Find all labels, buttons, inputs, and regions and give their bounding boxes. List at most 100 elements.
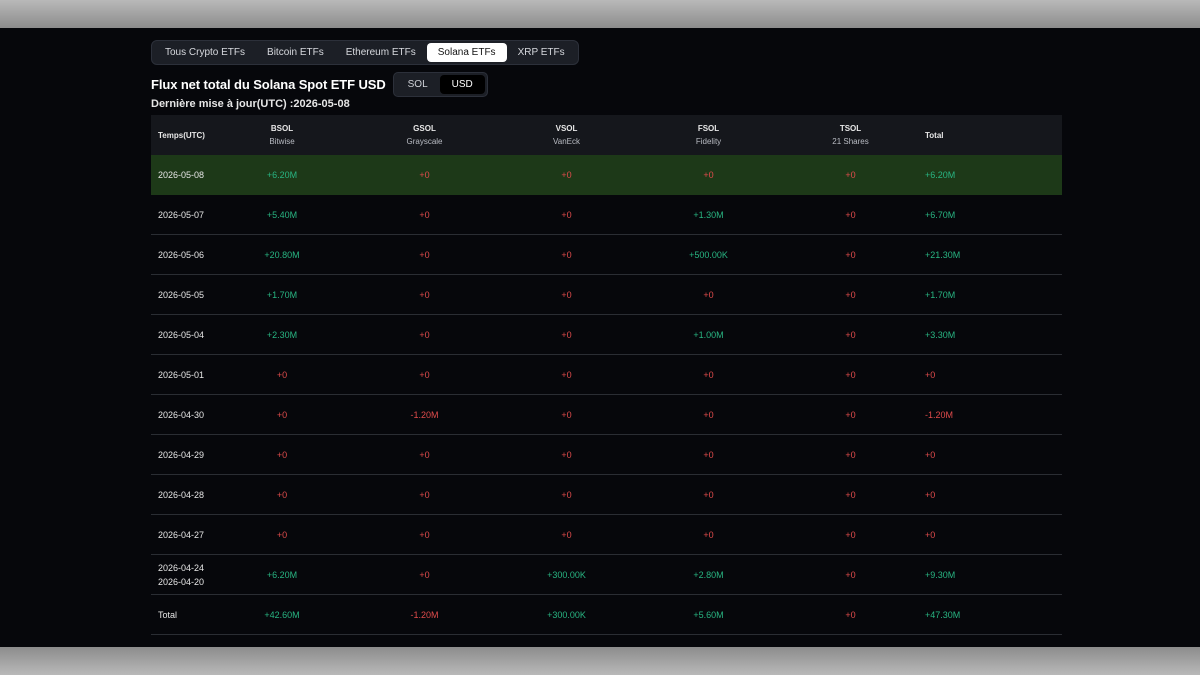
row-date: 2026-05-08 (151, 168, 219, 182)
cell-gsol: +0 (419, 529, 430, 540)
header-code: GSOL (413, 124, 436, 133)
header-gsol: GSOL Grayscale (345, 124, 504, 146)
tab-xrp-etfs[interactable]: XRP ETFs (507, 43, 576, 62)
unit-usd-button[interactable]: USD (439, 75, 485, 94)
cell-tsol: +0 (845, 609, 856, 620)
table-row: 2026-04-28 +0 +0 +0 +0 +0 +0 (151, 475, 1062, 515)
row-date-line: 2026-04-30 (158, 409, 205, 420)
cell-fsol: +0 (703, 489, 714, 500)
header-total: Total (925, 130, 944, 140)
table-header: Temps(UTC) BSOL Bitwise GSOL Grayscale V… (151, 115, 1062, 155)
cell-tsol: +0 (845, 329, 856, 340)
row-date: 2026-04-24 2026-04-20 (151, 561, 219, 589)
cell-fsol: +2.80M (693, 569, 724, 580)
unit-sol-button[interactable]: SOL (396, 75, 440, 94)
row-date-line: 2026-04-27 (158, 529, 205, 540)
cell-tsol: +0 (845, 369, 856, 380)
table-row: 2026-04-24 2026-04-20 +6.20M +0 +300.00K +2.8… (151, 555, 1062, 595)
table-row: 2026-05-06 +20.80M +0 +0 +500.00K +0 +21.30M (151, 235, 1062, 275)
row-date-line: Total (158, 609, 178, 620)
cell-gsol: +0 (419, 569, 430, 580)
row-date: 2026-04-29 (151, 448, 219, 462)
header-bsol: BSOL Bitwise (219, 124, 345, 146)
cell-total: +6.20M (925, 170, 956, 180)
header-code: VSOL (555, 124, 578, 133)
cell-gsol: -1.20M (410, 609, 439, 620)
cell-bsol: +0 (276, 529, 288, 540)
cell-bsol: +2.30M (266, 329, 298, 340)
cell-total: +6.70M (925, 209, 956, 220)
cell-gsol: +0 (419, 209, 430, 220)
cell-gsol: +0 (419, 369, 430, 380)
cell-total: +0 (925, 489, 936, 500)
cell-tsol: +0 (845, 449, 856, 460)
row-date-line: 2026-05-01 (158, 369, 205, 380)
row-date-line: 2026-05-05 (158, 289, 205, 300)
cell-fsol: +500.00K (689, 249, 728, 260)
page-title: Flux net total du Solana Spot ETF USD (151, 77, 386, 92)
row-date: 2026-04-30 (151, 408, 219, 422)
header-fsol: FSOL Fidelity (629, 124, 788, 146)
table-row: 2026-05-07 +5.40M +0 +0 +1.30M +0 +6.70M (151, 195, 1062, 235)
cell-bsol: +0 (276, 449, 288, 460)
cell-fsol: +0 (703, 529, 714, 540)
cell-vsol: +0 (561, 449, 572, 460)
row-date-line: 2026-05-04 (158, 329, 205, 340)
cell-gsol: +0 (419, 289, 430, 300)
cell-tsol: +0 (845, 249, 856, 260)
etf-flow-panel: Tous Crypto ETFs Bitcoin ETFs Ethereum E… (0, 28, 1200, 647)
cell-total: +21.30M (925, 249, 961, 260)
cell-fsol: +0 (703, 449, 714, 460)
cell-total: +3.30M (925, 329, 956, 340)
cell-vsol: +300.00K (547, 569, 586, 580)
cell-vsol: +0 (561, 249, 572, 260)
cell-fsol: +0 (703, 170, 714, 180)
cell-tsol: +0 (845, 289, 856, 300)
table-row: 2026-04-27 +0 +0 +0 +0 +0 +0 (151, 515, 1062, 555)
flow-table: Temps(UTC) BSOL Bitwise GSOL Grayscale V… (151, 115, 1062, 635)
cell-tsol: +0 (845, 569, 856, 580)
cell-tsol: +0 (845, 209, 856, 220)
row-date: 2026-05-01 (151, 368, 219, 382)
header-issuer: Bitwise (269, 137, 295, 146)
row-date: 2026-04-28 (151, 488, 219, 502)
row-date: 2026-05-04 (151, 328, 219, 342)
header-date: Temps(UTC) (158, 130, 205, 140)
tab-ethereum-etfs[interactable]: Ethereum ETFs (335, 43, 427, 62)
cell-tsol: +0 (845, 409, 856, 420)
cell-total: +9.30M (925, 569, 956, 580)
header-issuer: 21 Shares (832, 137, 869, 146)
cell-vsol: +0 (561, 489, 572, 500)
content: Tous Crypto ETFs Bitcoin ETFs Ethereum E… (151, 40, 1062, 635)
row-date-line: 2026-05-07 (158, 209, 205, 220)
table-row: 2026-05-08 +6.20M +0 +0 +0 +0 +6.20M (151, 155, 1062, 195)
table-total-row: Total +42.60M -1.20M +300.00K +5.60M +0 +47.30… (151, 595, 1062, 635)
row-date: Total (151, 608, 219, 622)
header-code: TSOL (839, 124, 862, 133)
tab-solana-etfs[interactable]: Solana ETFs (426, 43, 507, 62)
table-body: 2026-05-08 +6.20M +0 +0 +0 +0 +6.20M 2026-05-07… (151, 155, 1062, 635)
cell-fsol: +5.60M (693, 609, 724, 620)
tab-tous-crypto-etfs[interactable]: Tous Crypto ETFs (154, 43, 256, 62)
row-date-line: 2026-04-29 (158, 449, 205, 460)
cell-fsol: +0 (703, 369, 714, 380)
cell-gsol: +0 (419, 449, 430, 460)
cell-gsol: +0 (419, 329, 430, 340)
row-date-line: 2026-05-08 (158, 170, 205, 180)
header-tsol: TSOL 21 Shares (788, 124, 913, 146)
cell-tsol: +0 (845, 170, 856, 180)
title-row: Flux net total du Solana Spot ETF USD SO… (151, 72, 1062, 97)
background-bottom (0, 647, 1200, 675)
cell-fsol: +1.00M (693, 329, 724, 340)
cell-fsol: +0 (703, 289, 714, 300)
etf-tabs: Tous Crypto ETFs Bitcoin ETFs Ethereum E… (151, 40, 579, 65)
cell-vsol: +300.00K (547, 609, 586, 620)
cell-bsol: +1.70M (266, 289, 298, 300)
table-row: 2026-05-01 +0 +0 +0 +0 +0 +0 (151, 355, 1062, 395)
cell-vsol: +0 (561, 529, 572, 540)
row-date-line: 2026-04-24 (158, 562, 205, 573)
row-date: 2026-04-27 (151, 528, 219, 542)
header-vsol: VSOL VanEck (504, 124, 629, 146)
cell-bsol: +0 (276, 409, 288, 420)
tab-bitcoin-etfs[interactable]: Bitcoin ETFs (256, 43, 335, 62)
